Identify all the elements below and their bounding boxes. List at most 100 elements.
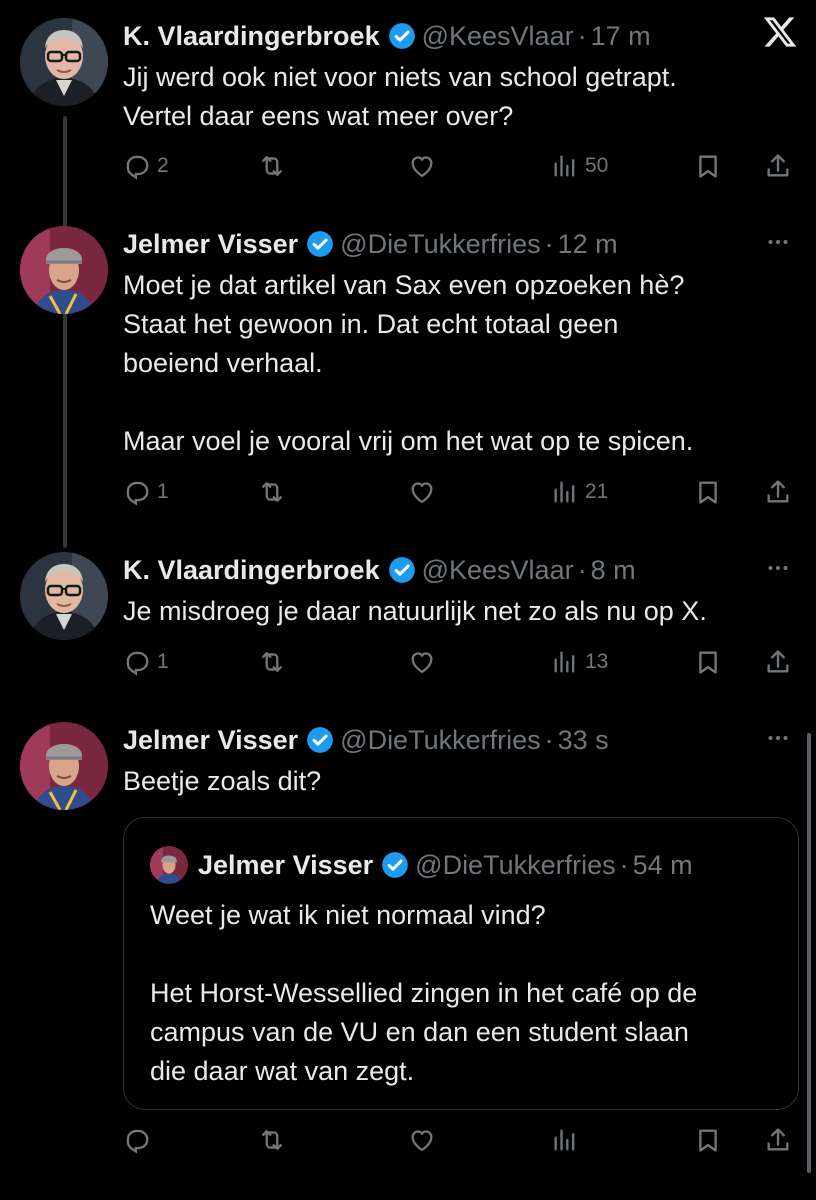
reply-count: 1 xyxy=(157,650,169,673)
views-button[interactable] xyxy=(551,1120,585,1160)
views-button[interactable]: 13 xyxy=(551,642,608,682)
bookmark-icon xyxy=(694,478,722,506)
avatar[interactable] xyxy=(20,18,108,106)
reply-button[interactable] xyxy=(123,1120,157,1160)
share-button[interactable] xyxy=(764,1120,792,1160)
like-button[interactable] xyxy=(408,642,436,682)
verified-badge-icon[interactable] xyxy=(306,726,334,754)
bookmark-icon xyxy=(694,648,722,676)
thread-line xyxy=(63,116,67,548)
like-icon xyxy=(408,648,436,676)
scrollbar[interactable] xyxy=(807,733,811,1173)
separator-dot: · xyxy=(577,20,587,51)
reply-icon xyxy=(123,478,151,506)
tweet-text: Moet je dat artikel van Sax even opzoeke… xyxy=(123,270,694,456)
like-icon xyxy=(408,152,436,180)
author-name[interactable]: K. Vlaardingerbroek xyxy=(123,21,380,52)
retweet-button[interactable] xyxy=(258,146,286,186)
verified-badge-icon[interactable] xyxy=(306,230,334,258)
author-name[interactable]: K. Vlaardingerbroek xyxy=(123,555,380,586)
views-count: 50 xyxy=(585,154,609,177)
views-count: 21 xyxy=(585,480,609,503)
like-button[interactable] xyxy=(408,146,436,186)
reply-count: 2 xyxy=(157,154,169,177)
reply-icon xyxy=(123,152,151,180)
like-icon xyxy=(408,478,436,506)
share-button[interactable] xyxy=(764,472,792,512)
views-icon xyxy=(551,648,579,676)
retweet-icon xyxy=(258,1126,286,1154)
quoted-tweet-text: Weet je wat ik niet normaal vind? Het Ho… xyxy=(150,900,698,1086)
tweet-body: K. Vlaardingerbroek @KeesVlaar · 17 m Ji… xyxy=(123,18,796,136)
retweet-icon xyxy=(258,478,286,506)
retweet-button[interactable] xyxy=(258,642,286,682)
tweet-body: K. Vlaardingerbroek @KeesVlaar · 8 m Je … xyxy=(123,552,796,631)
verified-badge-icon[interactable] xyxy=(388,22,416,50)
tweet-thread: K. Vlaardingerbroek @KeesVlaar · 17 m Ji… xyxy=(0,0,816,1200)
quoted-tweet[interactable]: Jelmer Visser @DieTukkerfries · 54 m Wee… xyxy=(123,817,799,1110)
views-icon xyxy=(551,1126,579,1154)
separator-dot: · xyxy=(544,228,554,259)
views-button[interactable]: 21 xyxy=(551,472,608,512)
timestamp[interactable]: 33 s xyxy=(558,725,609,756)
author-name[interactable]: Jelmer Visser xyxy=(123,229,298,260)
tweet-header: Jelmer Visser @DieTukkerfries · 33 s xyxy=(123,722,796,758)
tweet-text: Beetje zoals dit? xyxy=(123,766,322,796)
bookmark-button[interactable] xyxy=(694,1120,722,1160)
author-name[interactable]: Jelmer Visser xyxy=(198,850,373,881)
quoted-tweet-header: Jelmer Visser @DieTukkerfries · 54 m xyxy=(150,846,693,884)
reply-icon xyxy=(123,1126,151,1154)
bookmark-button[interactable] xyxy=(694,472,722,512)
author-handle[interactable]: @DieTukkerfries xyxy=(415,850,615,881)
reply-button[interactable]: 1 xyxy=(123,472,169,512)
avatar[interactable] xyxy=(20,552,108,640)
bookmark-button[interactable] xyxy=(694,642,722,682)
tweet-header: K. Vlaardingerbroek @KeesVlaar · 8 m xyxy=(123,552,796,588)
author-handle[interactable]: @DieTukkerfries xyxy=(340,725,540,756)
reply-count: 1 xyxy=(157,480,169,503)
timestamp[interactable]: 8 m xyxy=(591,555,636,586)
author-handle[interactable]: @KeesVlaar xyxy=(422,21,574,52)
share-icon xyxy=(764,1126,792,1154)
like-button[interactable] xyxy=(408,1120,436,1160)
verified-badge-icon[interactable] xyxy=(388,556,416,584)
views-button[interactable]: 50 xyxy=(551,146,608,186)
tweet-actions: 1 21 xyxy=(123,472,796,512)
author-name[interactable]: Jelmer Visser xyxy=(123,725,298,756)
separator-dot: · xyxy=(577,554,587,585)
bookmark-icon xyxy=(694,152,722,180)
timestamp[interactable]: 54 m xyxy=(633,850,693,881)
avatar[interactable] xyxy=(20,722,108,810)
tweet-body: Jelmer Visser @DieTukkerfries · 12 m Moe… xyxy=(123,226,796,461)
avatar[interactable] xyxy=(20,226,108,314)
tweet-actions: 1 13 xyxy=(123,642,796,682)
tweet-header: K. Vlaardingerbroek @KeesVlaar · 17 m xyxy=(123,18,796,54)
timestamp[interactable]: 12 m xyxy=(558,229,618,260)
tweet-text: Jij werd ook niet voor niets van school … xyxy=(123,62,677,131)
bookmark-button[interactable] xyxy=(694,146,722,186)
share-icon xyxy=(764,152,792,180)
like-button[interactable] xyxy=(408,472,436,512)
tweet-actions xyxy=(123,1120,796,1160)
tweet-text: Je misdroeg je daar natuurlijk net zo al… xyxy=(123,596,707,626)
reply-button[interactable]: 1 xyxy=(123,642,169,682)
bookmark-icon xyxy=(694,1126,722,1154)
views-count: 13 xyxy=(585,650,609,673)
tweet-header: Jelmer Visser @DieTukkerfries · 12 m xyxy=(123,226,796,262)
views-icon xyxy=(551,152,579,180)
like-icon xyxy=(408,1126,436,1154)
reply-button[interactable]: 2 xyxy=(123,146,169,186)
timestamp[interactable]: 17 m xyxy=(591,21,651,52)
tweet-body: Jelmer Visser @DieTukkerfries · 33 s Bee… xyxy=(123,722,796,801)
retweet-button[interactable] xyxy=(258,1120,286,1160)
share-icon xyxy=(764,648,792,676)
share-button[interactable] xyxy=(764,642,792,682)
verified-badge-icon[interactable] xyxy=(381,851,409,879)
share-button[interactable] xyxy=(764,146,792,186)
author-handle[interactable]: @KeesVlaar xyxy=(422,555,574,586)
author-handle[interactable]: @DieTukkerfries xyxy=(340,229,540,260)
share-icon xyxy=(764,478,792,506)
retweet-button[interactable] xyxy=(258,472,286,512)
avatar[interactable] xyxy=(150,846,188,884)
reply-icon xyxy=(123,648,151,676)
